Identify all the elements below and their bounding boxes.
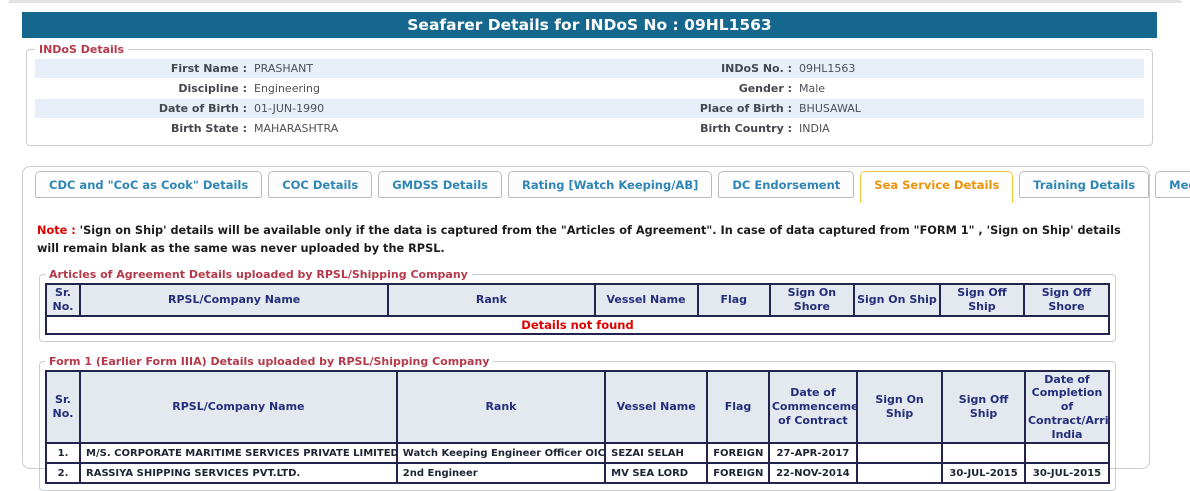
column-header: Sign On Ship <box>854 284 940 316</box>
field-label: Gender : <box>602 79 792 98</box>
table-cell-company: RASSIYA SHIPPING SERVICES PVT.LTD. <box>80 463 397 483</box>
table-cell-rank: Watch Keeping Engineer Officer OICEW <box>397 443 605 463</box>
detail-row-date-of-birth: Date of Birth : 01-JUN-1990 Place of Bir… <box>35 99 1144 118</box>
note-text: 'Sign on Ship' details will be available… <box>37 224 1121 255</box>
column-header: Vessel Name <box>605 371 707 444</box>
tab-sea-service-details[interactable]: Sea Service Details <box>860 171 1013 203</box>
table-cell-vessel: SEZAI SELAH <box>605 443 707 463</box>
column-header: Date of Completion of Contract/Arriving … <box>1025 371 1109 444</box>
form1-legend: Form 1 (Earlier Form IIIA) Details uploa… <box>45 355 493 368</box>
tab-cdc-and-coc-as-cook-details[interactable]: CDC and "CoC as Cook" Details <box>35 171 262 198</box>
table-cell-sign-off-ship <box>942 443 1025 463</box>
table-cell-rank: 2nd Engineer <box>397 463 605 483</box>
column-header: Flag <box>698 284 770 316</box>
table-cell-sign-off-ship: 30-JUL-2015 <box>942 463 1025 483</box>
field-label: Discipline : <box>35 79 247 98</box>
column-header: Sign Off Ship <box>940 284 1024 316</box>
table-cell-sr-no: 2. <box>46 463 80 483</box>
note-prefix: Note : <box>37 224 76 237</box>
column-header: RPSL/Company Name <box>80 371 397 444</box>
column-header: Sign On Shore <box>770 284 854 316</box>
table-cell-flag: FOREIGN <box>707 443 769 463</box>
table-cell-flag: FOREIGN <box>707 463 769 483</box>
note: Note : 'Sign on Ship' details will be av… <box>37 222 1133 257</box>
indos-details-panel: INDoS Details First Name : PRASHANT INDo… <box>26 43 1153 146</box>
field-value: PRASHANT <box>247 59 602 78</box>
field-value: INDIA <box>792 119 1144 138</box>
articles-of-agreement-table: Sr. No. RPSL/Company Name Rank Vessel Na… <box>45 283 1110 335</box>
top-divider <box>8 0 1182 3</box>
field-label: Place of Birth : <box>602 99 792 118</box>
tab-bar: CDC and "CoC as Cook" Details COC Detail… <box>23 167 1149 202</box>
field-value: 01-JUN-1990 <box>247 99 602 118</box>
tab-panel: CDC and "CoC as Cook" Details COC Detail… <box>22 166 1150 469</box>
tab-dc-endorsement[interactable]: DC Endorsement <box>718 171 854 198</box>
table-cell-sr-no: 1. <box>46 443 80 463</box>
field-label: INDoS No. : <box>602 59 792 78</box>
table-cell-company: M/S. CORPORATE MARITIME SERVICES PRIVATE… <box>80 443 397 463</box>
form1-panel: Form 1 (Earlier Form IIIA) Details uploa… <box>39 355 1116 491</box>
page-title: Seafarer Details for INDoS No : 09HL1563 <box>22 12 1157 38</box>
field-value: BHUSAWAL <box>792 99 1144 118</box>
details-not-found-message: Details not found <box>46 316 1109 334</box>
detail-row-birth-state: Birth State : MAHARASHTRA Birth Country … <box>35 119 1144 138</box>
column-header: Flag <box>707 371 769 444</box>
table-cell-vessel: MV SEA LORD <box>605 463 707 483</box>
column-header: Vessel Name <box>595 284 698 316</box>
table-cell-commencement-date: 27-APR-2017 <box>769 443 857 463</box>
column-header: Sign Off Shore <box>1024 284 1109 316</box>
tab-rating-watch-keeping-ab[interactable]: Rating [Watch Keeping/AB] <box>508 171 712 198</box>
field-label: Date of Birth : <box>35 99 247 118</box>
table-header-row: Sr. No. RPSL/Company Name Rank Vessel Na… <box>46 284 1109 316</box>
field-value: 09HL1563 <box>792 59 1144 78</box>
tab-training-details[interactable]: Training Details <box>1019 171 1149 198</box>
field-value: Male <box>792 79 1144 98</box>
column-header: Sign On Ship <box>857 371 942 444</box>
empty-row: Details not found <box>46 316 1109 334</box>
column-header: Date of Commencement of Contract <box>769 371 857 444</box>
table-cell-commencement-date: 22-NOV-2014 <box>769 463 857 483</box>
table-row: 2. RASSIYA SHIPPING SERVICES PVT.LTD. 2n… <box>46 463 1109 483</box>
articles-of-agreement-legend: Articles of Agreement Details uploaded b… <box>45 268 472 281</box>
column-header: Sr. No. <box>46 284 80 316</box>
column-header: Sr. No. <box>46 371 80 444</box>
field-value: MAHARASHTRA <box>247 119 602 138</box>
table-cell-completion-date <box>1025 443 1109 463</box>
form1-table: Sr. No. RPSL/Company Name Rank Vessel Na… <box>45 370 1110 485</box>
articles-of-agreement-panel: Articles of Agreement Details uploaded b… <box>39 268 1116 342</box>
field-label: Birth Country : <box>602 119 792 138</box>
field-label: First Name : <box>35 59 247 78</box>
tab-medical-fitness-certificate[interactable]: Medical Fitness Certificate <box>1155 171 1190 198</box>
table-row: 1. M/S. CORPORATE MARITIME SERVICES PRIV… <box>46 443 1109 463</box>
column-header: RPSL/Company Name <box>80 284 388 316</box>
field-label: Birth State : <box>35 119 247 138</box>
tab-gmdss-details[interactable]: GMDSS Details <box>378 171 502 198</box>
table-cell-sign-on-ship <box>857 443 942 463</box>
detail-row-first-name: First Name : PRASHANT INDoS No. : 09HL15… <box>35 59 1144 78</box>
detail-row-discipline: Discipline : Engineering Gender : Male <box>35 79 1144 98</box>
column-header: Rank <box>397 371 605 444</box>
tab-coc-details[interactable]: COC Details <box>268 171 372 198</box>
column-header: Rank <box>388 284 594 316</box>
page: Seafarer Details for INDoS No : 09HL1563… <box>0 0 1190 469</box>
table-cell-sign-on-ship <box>857 463 942 483</box>
table-cell-completion-date: 30-JUL-2015 <box>1025 463 1109 483</box>
field-value: Engineering <box>247 79 602 98</box>
table-header-row: Sr. No. RPSL/Company Name Rank Vessel Na… <box>46 371 1109 444</box>
indos-details-legend: INDoS Details <box>35 43 128 56</box>
column-header: Sign Off Ship <box>942 371 1025 444</box>
